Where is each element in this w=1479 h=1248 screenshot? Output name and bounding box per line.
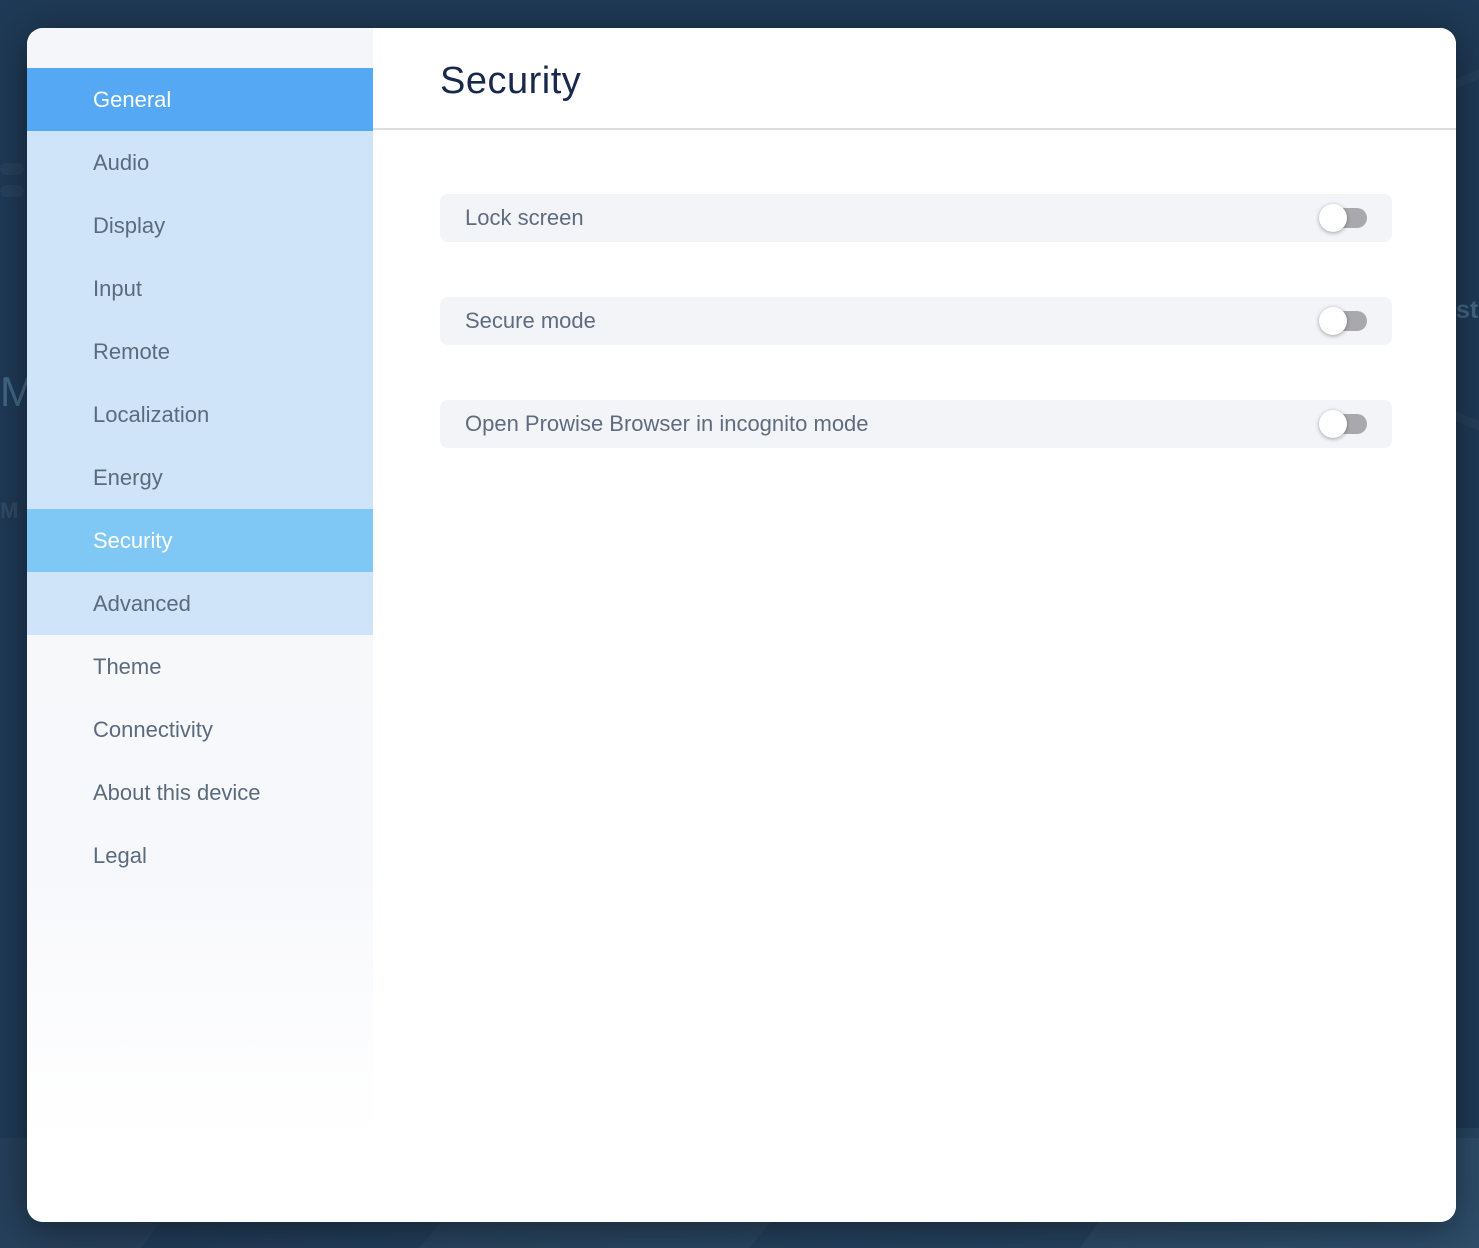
sidebar-item-remote[interactable]: Remote xyxy=(27,320,373,383)
incognito-mode-toggle[interactable] xyxy=(1319,410,1367,438)
sidebar-item-about-this-device[interactable]: About this device xyxy=(27,761,373,824)
sidebar-item-theme[interactable]: Theme xyxy=(27,635,373,698)
page-title: Security xyxy=(440,60,581,103)
security-settings-list: Lock screen Secure mode Open Prowise Bro… xyxy=(373,130,1456,503)
sidebar-item-label: Input xyxy=(93,276,142,302)
sidebar-item-security[interactable]: Security xyxy=(27,509,373,572)
sidebar-item-label: Security xyxy=(93,528,172,554)
sidebar-item-input[interactable]: Input xyxy=(27,257,373,320)
toggle-knob xyxy=(1319,410,1347,438)
sidebar-item-advanced[interactable]: Advanced xyxy=(27,572,373,635)
backdrop-clipped-text: Mi xyxy=(0,368,27,416)
secure-mode-toggle[interactable] xyxy=(1319,307,1367,335)
sidebar-item-label: Localization xyxy=(93,402,209,428)
backdrop-clipped-text: M xyxy=(0,498,27,524)
lock-screen-label: Lock screen xyxy=(465,205,584,231)
incognito-mode-label: Open Prowise Browser in incognito mode xyxy=(465,411,869,437)
sidebar-item-label: Display xyxy=(93,213,165,239)
settings-sidebar: General Audio Display Input Remote Local… xyxy=(27,28,373,1222)
sidebar-item-label: Energy xyxy=(93,465,163,491)
sidebar-item-label: General xyxy=(93,87,171,113)
sidebar-item-label: Legal xyxy=(93,843,147,869)
toggle-knob xyxy=(1319,204,1347,232)
main-header: Security xyxy=(373,28,1456,130)
sidebar-item-legal[interactable]: Legal xyxy=(27,824,373,887)
sidebar-item-audio[interactable]: Audio xyxy=(27,131,373,194)
sidebar-item-connectivity[interactable]: Connectivity xyxy=(27,698,373,761)
sidebar-item-label: Remote xyxy=(93,339,170,365)
sidebar-item-label: Connectivity xyxy=(93,717,213,743)
settings-main-panel: Security Lock screen Secure mode Open Pr… xyxy=(373,28,1456,1222)
incognito-mode-row[interactable]: Open Prowise Browser in incognito mode xyxy=(440,400,1392,448)
sidebar-item-label: Audio xyxy=(93,150,149,176)
backdrop-bar-shape xyxy=(0,185,24,197)
sidebar-item-label: Advanced xyxy=(93,591,191,617)
backdrop-diagonal-shape xyxy=(419,1222,771,1248)
sidebar-item-display[interactable]: Display xyxy=(27,194,373,257)
toggle-knob xyxy=(1319,307,1347,335)
secure-mode-label: Secure mode xyxy=(465,308,596,334)
lock-screen-toggle[interactable] xyxy=(1319,204,1367,232)
sidebar-item-energy[interactable]: Energy xyxy=(27,446,373,509)
sidebar-item-label: Theme xyxy=(93,654,161,680)
secure-mode-row[interactable]: Secure mode xyxy=(440,297,1392,345)
backdrop-bar-shape xyxy=(0,163,24,175)
sidebar-item-general[interactable]: General xyxy=(27,68,373,131)
sidebar-item-localization[interactable]: Localization xyxy=(27,383,373,446)
settings-dialog: General Audio Display Input Remote Local… xyxy=(27,28,1456,1222)
sidebar-top-spacer xyxy=(27,28,373,68)
sidebar-item-label: About this device xyxy=(93,780,261,806)
lock-screen-row[interactable]: Lock screen xyxy=(440,194,1392,242)
